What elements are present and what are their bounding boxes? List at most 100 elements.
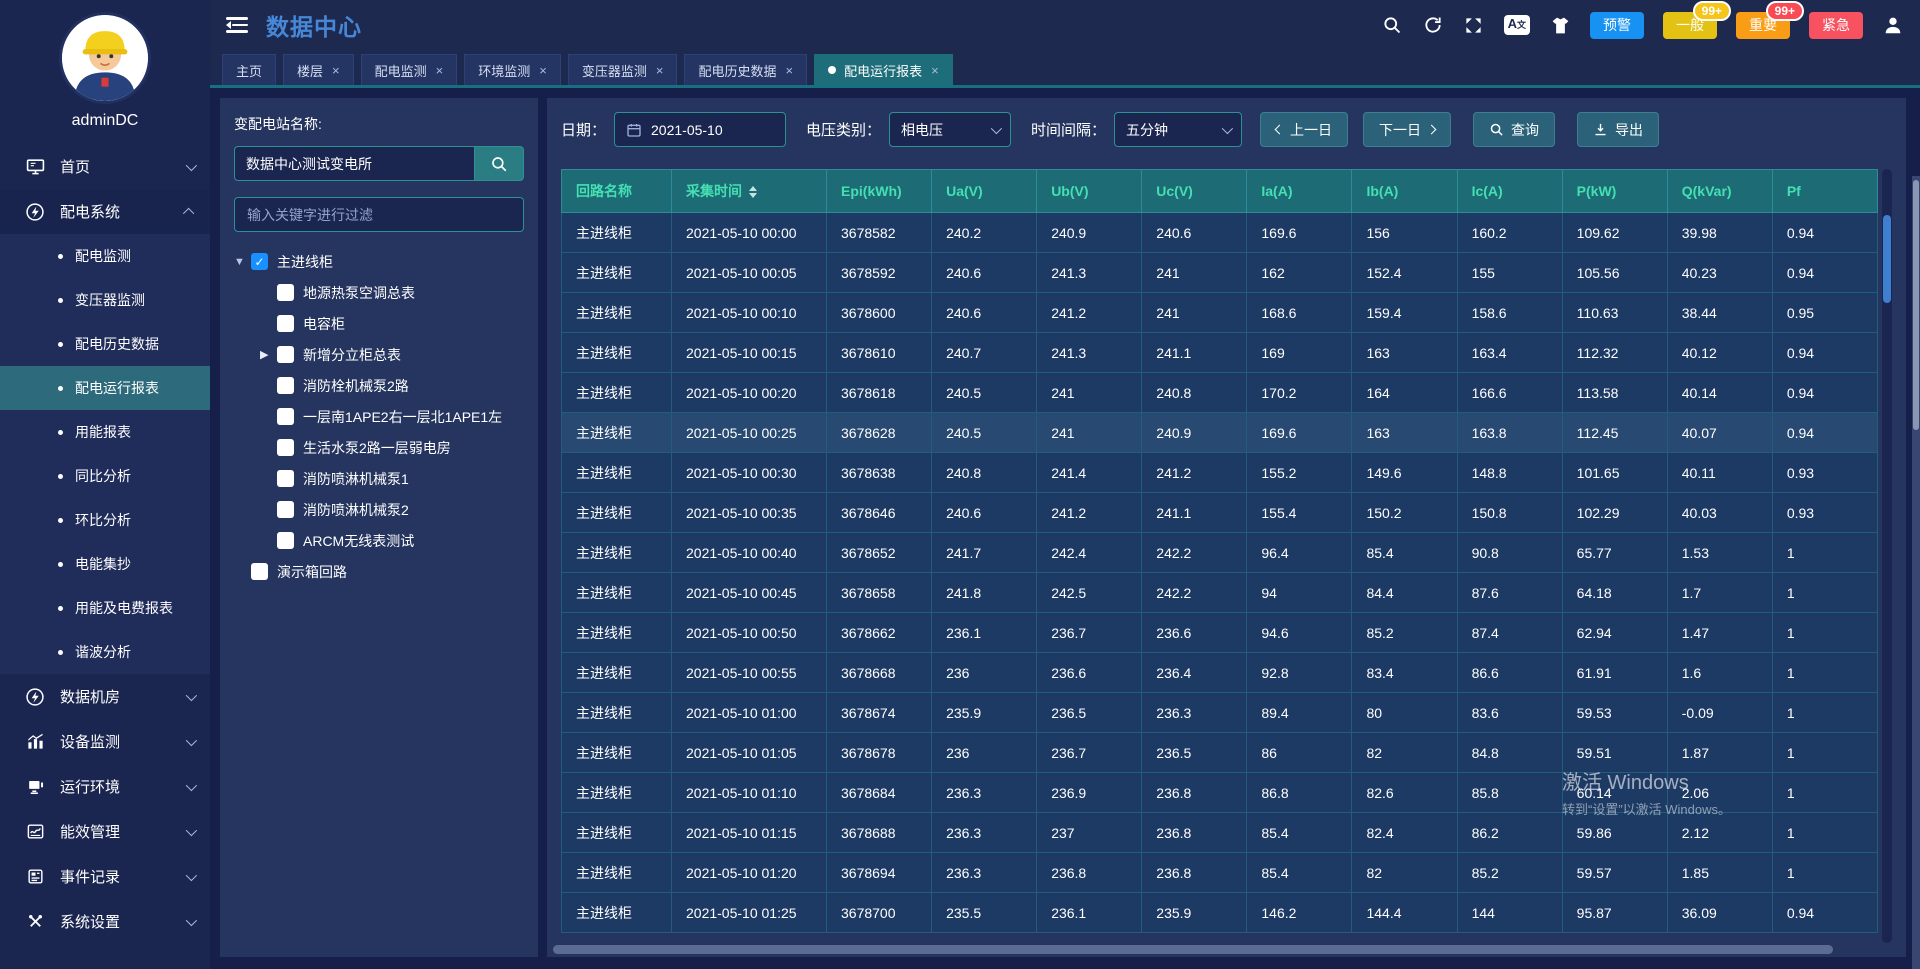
tree-node-生活水泵2路一层弱电房[interactable]: 生活水泵2路一层弱电房 (234, 432, 524, 463)
table-row[interactable]: 主进线柜2021-05-10 01:203678694236.3236.8236… (562, 853, 1878, 893)
checkbox-unchecked[interactable] (277, 470, 294, 487)
tab-变压器监测[interactable]: 变压器监测× (568, 54, 678, 85)
sidebar-subitem-配电历史数据[interactable]: 配电历史数据 (0, 322, 210, 366)
sidebar-subitem-环比分析[interactable]: 环比分析 (0, 498, 210, 542)
voltage-type-select[interactable]: 相电压 (889, 112, 1011, 147)
theme-shirt-icon[interactable] (1549, 14, 1571, 36)
tab-close-icon[interactable]: × (785, 63, 793, 78)
checkbox-unchecked[interactable] (277, 408, 294, 425)
interval-select[interactable]: 五分钟 (1114, 112, 1242, 147)
table-row[interactable]: 主进线柜2021-05-10 01:053678678236236.7236.5… (562, 733, 1878, 773)
table-row[interactable]: 主进线柜2021-05-10 00:453678658241.8242.5242… (562, 573, 1878, 613)
alert-badge-general[interactable]: 一般99+ (1663, 12, 1717, 39)
tree-node-消防栓机械泵2路[interactable]: 消防栓机械泵2路 (234, 370, 524, 401)
table-row[interactable]: 主进线柜2021-05-10 00:003678582240.2240.9240… (562, 213, 1878, 253)
tab-配电历史数据[interactable]: 配电历史数据× (684, 54, 807, 85)
alert-badge-important[interactable]: 重要99+ (1736, 12, 1790, 39)
tree-collapse-arrow-icon[interactable]: ▶ (260, 348, 277, 361)
table-row[interactable]: 主进线柜2021-05-10 00:053678592240.6241.3241… (562, 253, 1878, 293)
tree-node-电容柜[interactable]: 电容柜 (234, 308, 524, 339)
tree-node-ARCM无线表测试[interactable]: ARCM无线表测试 (234, 525, 524, 556)
tab-close-icon[interactable]: × (656, 63, 664, 78)
table-row[interactable]: 主进线柜2021-05-10 00:403678652241.7242.4242… (562, 533, 1878, 573)
table-row[interactable]: 主进线柜2021-05-10 01:003678674235.9236.5236… (562, 693, 1878, 733)
checkbox-unchecked[interactable] (277, 346, 294, 363)
tab-close-icon[interactable]: × (931, 63, 939, 78)
next-day-button[interactable]: 下一日 (1363, 112, 1451, 147)
user-icon[interactable] (1882, 14, 1904, 36)
tab-配电监测[interactable]: 配电监测× (361, 54, 458, 85)
checkbox-checked[interactable]: ✓ (251, 253, 268, 270)
scrollbar-thumb[interactable] (1883, 215, 1891, 303)
sort-icon[interactable] (749, 186, 757, 198)
sidebar-item-设备监测[interactable]: 设备监测 (0, 719, 210, 764)
table-row[interactable]: 主进线柜2021-05-10 00:353678646240.6241.2241… (562, 493, 1878, 533)
table-row[interactable]: 主进线柜2021-05-10 00:203678618240.5241240.8… (562, 373, 1878, 413)
station-search-button[interactable] (474, 146, 524, 181)
sidebar-subitem-同比分析[interactable]: 同比分析 (0, 454, 210, 498)
checkbox-unchecked[interactable] (277, 501, 294, 518)
export-button[interactable]: 导出 (1577, 112, 1659, 147)
refresh-icon[interactable] (1422, 14, 1444, 36)
tab-主页[interactable]: 主页 (222, 54, 276, 85)
table-horizontal-scrollbar[interactable] (553, 945, 1886, 954)
alert-badge-warning[interactable]: 预警 (1590, 12, 1644, 39)
tree-node-地源热泵空调总表[interactable]: 地源热泵空调总表 (234, 277, 524, 308)
tab-close-icon[interactable]: × (539, 63, 547, 78)
tree-node-主进线柜[interactable]: ▼✓主进线柜 (234, 246, 524, 277)
table-row[interactable]: 主进线柜2021-05-10 00:503678662236.1236.7236… (562, 613, 1878, 653)
table-row[interactable]: 主进线柜2021-05-10 00:153678610240.7241.3241… (562, 333, 1878, 373)
tab-环境监测[interactable]: 环境监测× (464, 54, 561, 85)
date-picker[interactable]: 2021-05-10 (614, 112, 786, 147)
search-icon[interactable] (1381, 14, 1403, 36)
table-row[interactable]: 主进线柜2021-05-10 01:103678684236.3236.9236… (562, 773, 1878, 813)
fullscreen-icon[interactable] (1463, 14, 1485, 36)
tree-filter-input[interactable] (234, 197, 524, 232)
table-row[interactable]: 主进线柜2021-05-10 00:103678600240.6241.2241… (562, 293, 1878, 333)
table-row[interactable]: 主进线柜2021-05-10 01:253678700235.5236.1235… (562, 893, 1878, 933)
tree-node-消防喷淋机械泵1[interactable]: 消防喷淋机械泵1 (234, 463, 524, 494)
sidebar-item-运行环境[interactable]: 运行环境 (0, 764, 210, 809)
sidebar-item-能效管理[interactable]: 能效管理 (0, 809, 210, 854)
sidebar-subitem-电能集抄[interactable]: 电能集抄 (0, 542, 210, 586)
sidebar-item-系统设置[interactable]: 系统设置 (0, 899, 210, 944)
tab-close-icon[interactable]: × (332, 63, 340, 78)
scrollbar-thumb[interactable] (553, 945, 1833, 954)
table-row[interactable]: 主进线柜2021-05-10 01:153678688236.3237236.8… (562, 813, 1878, 853)
checkbox-unchecked[interactable] (277, 439, 294, 456)
table-vertical-scrollbar[interactable] (1882, 169, 1892, 943)
query-button[interactable]: 查询 (1473, 112, 1555, 147)
tree-node-演示箱回路[interactable]: 演示箱回路 (234, 556, 524, 587)
tab-楼层[interactable]: 楼层× (283, 54, 354, 85)
alert-badge-urgent[interactable]: 紧急 (1809, 12, 1863, 39)
column-header-采集时间[interactable]: 采集时间 (672, 170, 827, 213)
tab-配电运行报表[interactable]: 配电运行报表× (814, 54, 953, 85)
sidebar-subitem-用能报表[interactable]: 用能报表 (0, 410, 210, 454)
checkbox-unchecked[interactable] (251, 563, 268, 580)
checkbox-unchecked[interactable] (277, 532, 294, 549)
tree-node-消防喷淋机械泵2[interactable]: 消防喷淋机械泵2 (234, 494, 524, 525)
translate-icon[interactable]: A文 (1504, 15, 1530, 35)
window-scrollbar[interactable] (1912, 176, 1920, 969)
sidebar-subitem-变压器监测[interactable]: 变压器监测 (0, 278, 210, 322)
sidebar-item-首页[interactable]: 首页 (0, 144, 210, 189)
checkbox-unchecked[interactable] (277, 284, 294, 301)
sidebar-subitem-谐波分析[interactable]: 谐波分析 (0, 630, 210, 674)
table-row[interactable]: 主进线柜2021-05-10 00:253678628240.5241240.9… (562, 413, 1878, 453)
scrollbar-thumb[interactable] (1913, 180, 1919, 430)
sidebar-subitem-配电运行报表[interactable]: 配电运行报表 (0, 366, 210, 410)
tree-node-新增分立柜总表[interactable]: ▶新增分立柜总表 (234, 339, 524, 370)
tree-node-一层南1APE2右一层北1APE1左[interactable]: 一层南1APE2右一层北1APE1左 (234, 401, 524, 432)
sidebar-item-配电系统[interactable]: 配电系统 (0, 189, 210, 234)
sidebar-subitem-配电监测[interactable]: 配电监测 (0, 234, 210, 278)
prev-day-button[interactable]: 上一日 (1260, 112, 1348, 147)
avatar[interactable] (0, 0, 210, 104)
checkbox-unchecked[interactable] (277, 377, 294, 394)
tree-expand-arrow-icon[interactable]: ▼ (234, 256, 251, 268)
sidebar-item-事件记录[interactable]: 事件记录 (0, 854, 210, 899)
table-row[interactable]: 主进线柜2021-05-10 00:303678638240.8241.4241… (562, 453, 1878, 493)
station-search-input[interactable] (234, 146, 474, 181)
tab-close-icon[interactable]: × (436, 63, 444, 78)
checkbox-unchecked[interactable] (277, 315, 294, 332)
sidebar-item-数据机房[interactable]: 数据机房 (0, 674, 210, 719)
